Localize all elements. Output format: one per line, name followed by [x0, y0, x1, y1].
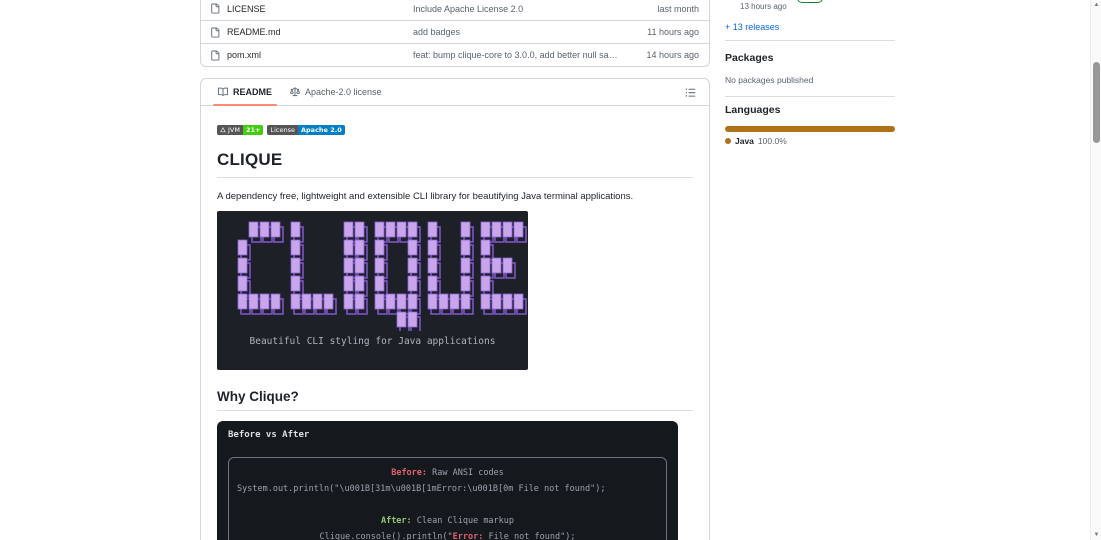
after-line: After: Clean Clique markup	[237, 513, 658, 529]
latest-badge	[797, 0, 823, 3]
tab-label: Apache-2.0 license	[305, 87, 382, 97]
release-time: 13 hours ago	[740, 2, 787, 11]
tab-readme[interactable]: README	[209, 79, 281, 105]
language-dot	[725, 138, 731, 144]
project-description: A dependency free, lightweight and exten…	[217, 191, 693, 202]
releases-link[interactable]: + 13 releases	[725, 22, 779, 32]
readme-tabbar: README Apache-2.0 license	[201, 79, 709, 106]
languages-heading: Languages	[725, 104, 780, 116]
file-row-pomxml[interactable]: pom.xml feat: bump clique-core to 3.0.0,…	[201, 43, 709, 66]
repo-sidebar: 13 hours ago + 13 releases Packages No p…	[725, 0, 895, 540]
jvm-badge[interactable]: JVM 21+	[217, 125, 263, 135]
blank-line	[237, 497, 658, 513]
file-row-readme[interactable]: README.md add badges 11 hours ago	[201, 20, 709, 43]
commit-message[interactable]: add badges	[413, 27, 619, 37]
language-bar-java[interactable]	[725, 126, 895, 132]
divider	[725, 96, 895, 97]
file-row-license[interactable]: LICENSE Include Apache License 2.0 last …	[201, 0, 709, 20]
packages-heading[interactable]: Packages	[725, 52, 773, 64]
commit-time: 11 hours ago	[619, 27, 709, 37]
page-title: CLIQUE	[217, 150, 693, 178]
language-item-java[interactable]: Java 100.0%	[725, 136, 787, 146]
demo-title: Before vs After	[228, 430, 667, 440]
section-heading: Why Clique?	[217, 389, 693, 411]
scroll-down-arrow[interactable]: ▼	[1091, 532, 1101, 538]
repo-page: LICENSE Include Apache License 2.0 last …	[0, 0, 1101, 540]
file-icon	[210, 3, 220, 14]
file-list: LICENSE Include Apache License 2.0 last …	[200, 0, 710, 67]
scrollbar-thumb[interactable]	[1093, 62, 1100, 143]
file-name[interactable]: pom.xml	[227, 50, 261, 60]
vertical-scrollbar[interactable]: ▲ ▼	[1090, 0, 1101, 540]
commit-message[interactable]: Include Apache License 2.0	[413, 4, 619, 14]
law-scales-icon	[290, 87, 300, 97]
divider	[725, 40, 895, 41]
clique-logo-art: Beautiful CLI styling for Java applicati…	[217, 211, 528, 370]
after-code: Clique.console().println("Error: File no…	[237, 529, 658, 540]
commit-time: 14 hours ago	[619, 50, 709, 60]
demo-terminal-frame: Before: Raw ANSI codes System.out.printl…	[228, 457, 667, 540]
readme-content: JVM 21+ License Apache 2.0 CLIQUE A depe…	[201, 106, 709, 540]
file-icon	[210, 50, 220, 61]
book-icon	[218, 87, 228, 97]
packages-empty-text: No packages published	[725, 75, 813, 85]
file-name[interactable]: README.md	[227, 27, 281, 37]
tab-label: README	[233, 87, 272, 97]
commit-time: last month	[619, 4, 709, 14]
before-after-demo: Before vs After Before: Raw ANSI codes S…	[217, 421, 678, 540]
license-badge[interactable]: License Apache 2.0	[267, 125, 344, 135]
tab-license[interactable]: Apache-2.0 license	[281, 79, 391, 105]
before-code: System.out.println("\u001B[31m\u001B[1mE…	[237, 481, 658, 497]
jvm-badge-icon	[220, 127, 226, 133]
commit-message[interactable]: feat: bump clique-core to 3.0.0, add bet…	[413, 50, 619, 60]
art-caption: Beautiful CLI styling for Java applicati…	[217, 336, 528, 347]
badges: JVM 21+ License Apache 2.0	[217, 125, 693, 135]
readme-card: README Apache-2.0 license JVM 21+	[200, 78, 710, 540]
file-name[interactable]: LICENSE	[227, 4, 266, 14]
file-icon	[210, 27, 220, 38]
scroll-up-arrow[interactable]: ▲	[1091, 2, 1101, 8]
before-line: Before: Raw ANSI codes	[237, 465, 658, 481]
outline-toc-icon[interactable]	[681, 84, 699, 100]
